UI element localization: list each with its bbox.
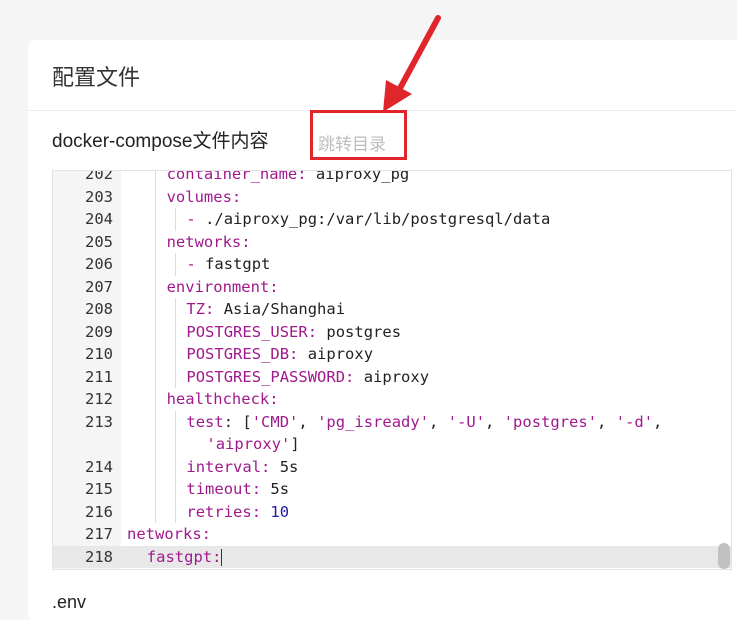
code-text: container_name: aiproxy_pg (166, 170, 410, 183)
card-title: 配置文件 (52, 65, 141, 90)
indent-guide (174, 365, 176, 388)
code-text: test: ['CMD', 'pg_isready', '-U', 'postg… (186, 412, 663, 431)
code-text: healthcheck: (166, 390, 279, 408)
code-lines: 202 container_name: aiproxy_pg 203 volumes:… (53, 170, 731, 568)
code-text: POSTGRES_PASSWORD: aiproxy (186, 367, 430, 386)
code-line: 212 healthcheck: (53, 388, 731, 411)
code-text: - fastgpt (186, 255, 271, 273)
code-line: 215 timeout: 5s (53, 478, 731, 501)
code-text: 'aiproxy'] (206, 435, 300, 453)
indent-guide (154, 365, 156, 388)
code-text: retries: 10 (186, 502, 290, 521)
code-line: 207 environment: (53, 275, 731, 298)
indent-guide (154, 298, 156, 321)
code-text: POSTGRES_USER: postgres (186, 322, 402, 341)
line-number: 215 (85, 480, 113, 498)
annotation-arrow-icon (383, 15, 441, 112)
code-text: interval: 5s (186, 457, 299, 476)
code-text: fastgpt: (146, 547, 223, 566)
line-number: 202 (85, 170, 113, 183)
line-number: 213 (85, 412, 113, 431)
line-number: 206 (85, 255, 113, 273)
indent-guide (154, 253, 156, 276)
code-text: volumes: (166, 187, 242, 206)
indent-guide (154, 410, 156, 433)
code-line: 204 - ./aiproxy_pg:/var/lib/postgresql/da… (53, 208, 731, 231)
code-text: TZ: Asia/Shanghai (186, 300, 346, 318)
indent-guide (174, 298, 176, 321)
docker-compose-heading: docker-compose文件内容 (52, 131, 269, 152)
line-number: 211 (85, 367, 113, 386)
code-line: 208 TZ: Asia/Shanghai (53, 298, 731, 321)
indent-guide (154, 230, 156, 253)
indent-guide (154, 500, 156, 523)
code-line: 203 volumes: (53, 185, 731, 208)
indent-guide (154, 208, 156, 231)
indent-guide (154, 478, 156, 501)
indent-guide (174, 320, 176, 343)
line-number: 216 (85, 502, 113, 521)
indent-guide (154, 433, 156, 456)
code-text: networks: (127, 525, 211, 543)
indent-guide (174, 455, 176, 478)
line-number: 203 (85, 187, 113, 206)
indent-guide (174, 500, 176, 523)
code-line: 'aiproxy'] (53, 433, 731, 456)
indent-guide (174, 343, 176, 366)
line-number: 208 (85, 300, 113, 318)
annotation-highlight-box (310, 110, 407, 160)
line-number: 218 (85, 547, 113, 566)
code-line: 206 - fastgpt (53, 253, 731, 276)
indent-guide (174, 433, 176, 456)
code-line: 216 retries: 10 (53, 500, 731, 523)
code-line: 213 test: ['CMD', 'pg_isready', '-U', 'po… (53, 410, 731, 433)
line-number: 214 (85, 457, 113, 476)
editor-scrollbar-thumb[interactable] (718, 543, 730, 569)
code-line: 205 networks: (53, 230, 731, 253)
line-number: 212 (85, 390, 113, 408)
code-line: 214 interval: 5s (53, 455, 731, 478)
code-line: 210 POSTGRES_DB: aiproxy (53, 343, 731, 366)
indent-guide (154, 343, 156, 366)
indent-guide (154, 320, 156, 343)
line-number: 210 (85, 345, 113, 363)
code-line: 209 POSTGRES_USER: postgres (53, 320, 731, 343)
line-number: 207 (85, 277, 113, 296)
indent-guide (174, 253, 176, 276)
code-text: - ./aiproxy_pg:/var/lib/postgresql/data (186, 210, 551, 228)
code-editor[interactable]: 202 container_name: aiproxy_pg 203 volumes:… (52, 170, 732, 570)
line-number: 204 (85, 210, 113, 228)
env-section-label: .env (52, 592, 87, 612)
text-cursor (221, 548, 223, 566)
code-line: 218 fastgpt: (53, 545, 731, 568)
code-text: timeout: 5s (186, 480, 290, 498)
config-card: 配置文件 docker-compose文件内容 跳转目录 202 containe… (28, 40, 737, 620)
line-number: 217 (85, 525, 113, 543)
indent-guide (154, 455, 156, 478)
code-line: 217 networks: (53, 523, 731, 546)
indent-guide (174, 410, 176, 433)
code-line: 211 POSTGRES_PASSWORD: aiproxy (53, 365, 731, 388)
indent-guide (154, 185, 156, 208)
indent-guide (154, 388, 156, 411)
code-text: POSTGRES_DB: aiproxy (186, 345, 374, 363)
code-text: environment: (166, 277, 279, 296)
code-text: networks: (166, 232, 251, 251)
code-line: 202 container_name: aiproxy_pg (53, 170, 731, 186)
indent-guide (154, 171, 156, 186)
indent-guide (154, 275, 156, 298)
indent-guide (174, 208, 176, 231)
indent-guide (174, 478, 176, 501)
line-number: 205 (85, 232, 113, 251)
line-number: 209 (85, 322, 113, 341)
